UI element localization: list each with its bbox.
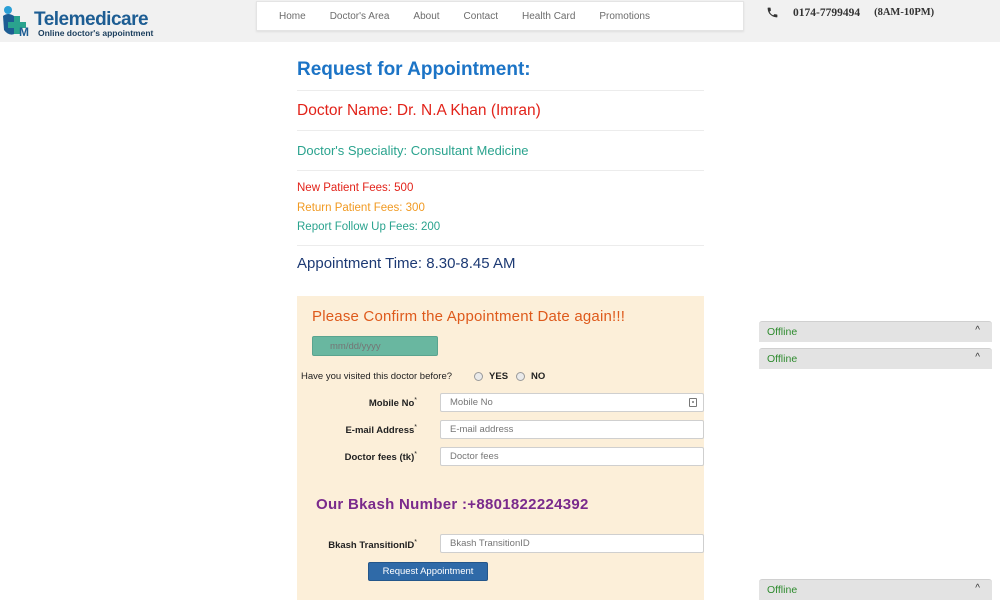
visited-yes-radio[interactable] — [474, 372, 484, 381]
bkash-transaction-label: Bkash TransitionID* — [328, 539, 417, 552]
email-input[interactable] — [440, 420, 704, 439]
chevron-up-icon[interactable]: ^ — [975, 583, 980, 594]
nav-home[interactable]: Home — [279, 11, 306, 22]
appointment-time: Appointment Time: 8.30-8.45 AM — [297, 245, 704, 283]
brand-logo[interactable]: M Telemedicare Online doctor's appointme… — [0, 2, 160, 40]
nav-promotions[interactable]: Promotions — [599, 11, 650, 22]
confirm-date-heading: Please Confirm the Appointment Date agai… — [312, 308, 626, 325]
chat-widget-1[interactable]: Offline ^ — [759, 321, 992, 342]
mobile-field-wrapper — [440, 393, 704, 412]
phone-icon — [767, 7, 778, 18]
chat-widget-2[interactable]: Offline ^ — [759, 348, 992, 369]
doctor-fees-input[interactable] — [440, 447, 704, 466]
doctor-fees-label: Doctor fees (tk)* — [344, 451, 417, 464]
visited-before-group: Have you visited this doctor before? YES… — [301, 371, 545, 382]
main-nav: Home Doctor's Area About Contact Health … — [256, 1, 744, 31]
doctor-speciality: Doctor's Speciality: Consultant Medicine — [297, 130, 704, 170]
chevron-up-icon[interactable]: ^ — [975, 325, 980, 336]
nav-health-card[interactable]: Health Card — [522, 11, 575, 22]
bkash-transaction-input[interactable] — [440, 534, 704, 553]
appointment-form: Please Confirm the Appointment Date agai… — [297, 296, 704, 600]
chat-status: Offline — [767, 584, 798, 596]
nav-contact[interactable]: Contact — [464, 11, 498, 22]
nav-about[interactable]: About — [413, 11, 439, 22]
phone-number[interactable]: 0174-7799494 — [793, 7, 860, 19]
svg-text:M: M — [19, 25, 29, 39]
doctor-name: Doctor Name: Dr. N.A Khan (Imran) — [297, 90, 704, 130]
request-appointment-button[interactable]: Request Appointment — [368, 562, 488, 581]
new-patient-fee: New Patient Fees: 500 — [297, 182, 414, 194]
nav-doctors-area[interactable]: Doctor's Area — [330, 11, 390, 22]
fees-list: New Patient Fees: 500 Return Patient Fee… — [297, 170, 704, 245]
contact-card-icon[interactable] — [689, 398, 697, 407]
bkash-number: Our Bkash Number :+8801822224392 — [316, 496, 589, 513]
return-patient-fee: Return Patient Fees: 300 — [297, 201, 425, 214]
contact-info: 0174-7799494 (8AM-10PM) — [766, 6, 934, 19]
page-title: Request for Appointment: — [297, 59, 531, 80]
mobile-input[interactable] — [441, 394, 703, 411]
top-bar: M Telemedicare Online doctor's appointme… — [0, 0, 1000, 42]
chat-status: Offline — [767, 326, 798, 338]
visited-yes-label[interactable]: YES — [489, 371, 508, 382]
chevron-up-icon[interactable]: ^ — [975, 352, 980, 363]
chat-status: Offline — [767, 353, 798, 365]
chat-widget-3[interactable]: Offline ^ — [759, 579, 992, 600]
visited-question: Have you visited this doctor before? — [301, 371, 453, 382]
appointment-summary: Request for Appointment: Doctor Name: Dr… — [297, 52, 704, 283]
visited-no-radio[interactable] — [516, 372, 526, 381]
appointment-date-input[interactable] — [312, 336, 438, 356]
support-hours: (8AM-10PM) — [874, 7, 935, 18]
report-followup-fee: Report Follow Up Fees: 200 — [297, 221, 441, 233]
brand-tagline: Online doctor's appointment — [38, 28, 154, 38]
visited-no-label[interactable]: NO — [531, 371, 545, 382]
email-label: E-mail Address* — [345, 424, 417, 437]
mobile-label: Mobile No* — [368, 397, 417, 410]
